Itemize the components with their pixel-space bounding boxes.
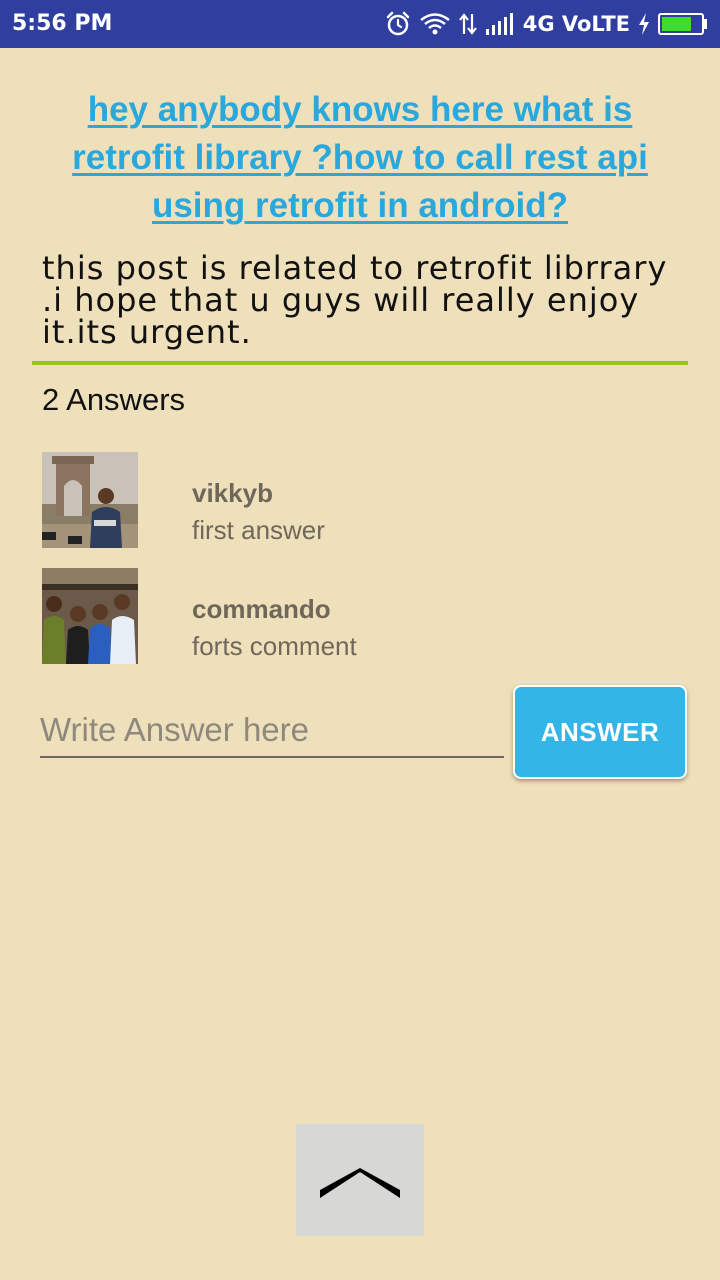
answer-item: commando forts comment bbox=[42, 568, 682, 664]
status-bar: 5:56 PM 4G VoLTE bbox=[0, 0, 720, 48]
network-type: 4G VoLTE bbox=[522, 12, 630, 36]
answer-text: forts comment bbox=[192, 631, 357, 661]
avatar bbox=[42, 568, 138, 664]
answer-button[interactable]: ANSWER bbox=[513, 685, 687, 779]
scroll-top-button[interactable] bbox=[296, 1124, 424, 1236]
answer-username[interactable]: commando bbox=[192, 594, 331, 625]
answer-username[interactable]: vikkyb bbox=[192, 478, 273, 509]
divider bbox=[32, 361, 688, 365]
answer-input[interactable] bbox=[40, 704, 504, 758]
status-icons: 4G VoLTE bbox=[385, 8, 708, 40]
data-arrows-icon bbox=[458, 12, 477, 36]
charging-icon bbox=[638, 13, 650, 35]
chevron-up-icon bbox=[320, 1168, 400, 1198]
alarm-icon bbox=[385, 11, 411, 37]
battery-icon bbox=[658, 13, 708, 35]
avatar bbox=[42, 452, 138, 548]
question-title-link[interactable]: hey anybody knows here what is retrofit … bbox=[36, 86, 684, 230]
question-body: this post is related to retrofit librrar… bbox=[42, 249, 668, 351]
status-time: 5:56 PM bbox=[12, 11, 113, 36]
answer-text: first answer bbox=[192, 515, 325, 545]
signal-icon bbox=[485, 12, 513, 36]
answers-count: 2 Answers bbox=[42, 382, 186, 417]
wifi-icon bbox=[419, 12, 451, 36]
answer-item: vikkyb first answer bbox=[42, 452, 682, 548]
